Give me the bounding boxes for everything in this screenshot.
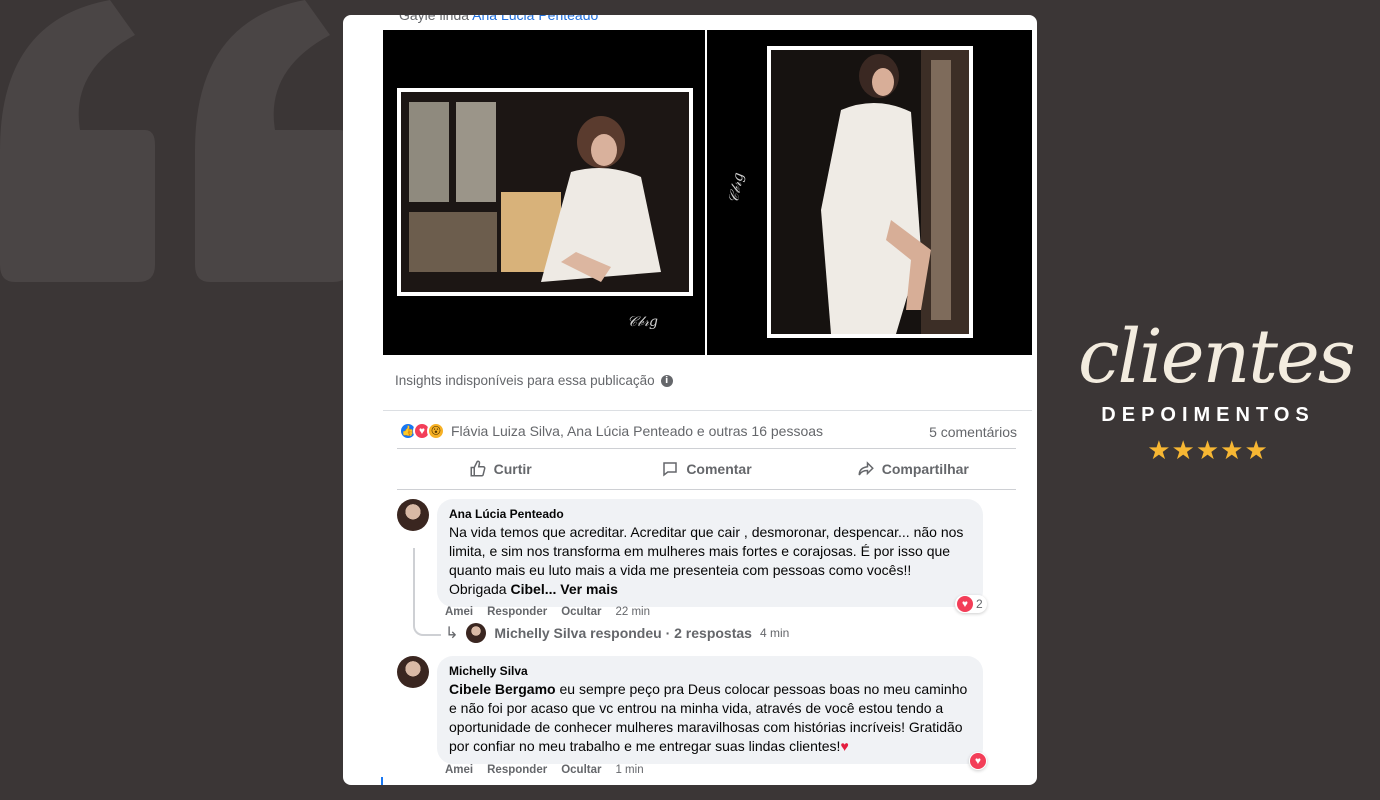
reactions-names[interactable]: Flávia Luiza Silva, Ana Lúcia Penteado e… — [451, 423, 823, 439]
post-mention-link[interactable]: Ana Lúcia Penteado — [472, 15, 598, 23]
comment-meta: Amei Responder Ocultar 22 min — [445, 606, 650, 618]
share-button[interactable]: Compartilhar — [810, 449, 1016, 489]
photo-left-signature: 𝒞𝒷𝓇𝑔 — [627, 314, 659, 330]
comment-reaction-badge[interactable]: ♥ 2 — [955, 595, 987, 613]
comment-mention[interactable]: Cibel... — [510, 581, 556, 597]
thumbs-up-icon — [470, 460, 486, 477]
like-label: Curtir — [493, 461, 532, 477]
replies-summary[interactable]: ↳ Michelly Silva respondeu · 2 respostas… — [445, 623, 789, 643]
comment-button[interactable]: Comentar — [603, 449, 809, 489]
reply-time: 4 min — [759, 626, 790, 640]
facebook-post-card: Gayle linda Ana Lúcia Penteado 𝒞𝒷𝓇𝑔 𝒞𝒷𝓇𝑔… — [343, 15, 1037, 785]
comment-item: Ana Lúcia Penteado Na vida temos que acr… — [397, 499, 983, 607]
heart-icon: ♥ — [957, 596, 973, 612]
post-text-cut: Gayle linda Ana Lúcia Penteado — [399, 15, 598, 23]
hide-link[interactable]: Ocultar — [561, 764, 601, 776]
divider — [383, 410, 1032, 411]
rating-stars: ★★★★★ — [1147, 435, 1269, 465]
post-actions: Curtir Comentar Compartilhar — [397, 448, 1016, 490]
comment-author[interactable]: Ana Lúcia Penteado — [449, 507, 971, 521]
wow-reaction-icon: 😮 — [427, 422, 445, 440]
post-text-prefix: Gayle linda — [399, 15, 470, 23]
replies-text[interactable]: Michelly Silva respondeu · 2 respostas — [494, 625, 752, 641]
comment-item: Michelly Silva Cibele Bergamo eu sempre … — [397, 656, 983, 764]
photo-album-spread[interactable]: 𝒞𝒷𝓇𝑔 𝒞𝒷𝓇𝑔 — [383, 30, 1032, 355]
quote-mark-icon — [0, 0, 350, 282]
insights-text: Insights indisponíveis para essa publica… — [395, 373, 655, 388]
comment-time[interactable]: 1 min — [615, 764, 643, 776]
comment-text: Na vida temos que acreditar. Acreditar q… — [449, 523, 971, 599]
comment-bubble: Michelly Silva Cibele Bergamo eu sempre … — [437, 656, 983, 764]
comment-bubble: Ana Lúcia Penteado Na vida temos que acr… — [437, 499, 983, 607]
heart-icon: ♥ — [970, 753, 986, 769]
insights-note: Insights indisponíveis para essa publica… — [395, 373, 673, 388]
comment-reaction-badge[interactable]: ♥ — [969, 752, 987, 770]
avatar — [466, 623, 487, 643]
comment-label: Comentar — [686, 461, 752, 477]
reply-arrow-icon: ↳ — [445, 625, 459, 642]
comment-time[interactable]: 22 min — [615, 606, 650, 618]
comment-text: Cibele Bergamo eu sempre peço pra Deus c… — [449, 680, 971, 756]
avatar[interactable] — [397, 656, 429, 688]
comment-icon — [663, 462, 678, 477]
info-icon[interactable]: i — [660, 374, 673, 387]
share-label: Compartilhar — [881, 461, 969, 477]
avatar[interactable] — [397, 499, 429, 531]
scroll-indicator — [381, 777, 383, 785]
see-more-link[interactable]: Ver mais — [560, 581, 618, 597]
share-icon — [858, 461, 874, 476]
reply-link[interactable]: Responder — [487, 606, 547, 618]
photo-left[interactable]: 𝒞𝒷𝓇𝑔 — [383, 30, 707, 355]
love-link[interactable]: Amei — [445, 764, 473, 776]
photo-right[interactable]: 𝒞𝒷𝓇𝑔 — [707, 30, 1030, 355]
comment-meta: Amei Responder Ocultar 1 min — [445, 764, 644, 776]
reactions-summary[interactable]: 👍 ♥ 😮 Flávia Luiza Silva, Ana Lúcia Pent… — [399, 422, 823, 440]
photo-right-signature: 𝒞𝒷𝓇𝑔 — [725, 171, 748, 205]
photo-right-image — [767, 46, 973, 338]
love-link[interactable]: Amei — [445, 606, 473, 618]
brand-title: DEPOIMENTOS — [1101, 404, 1315, 426]
comment-author[interactable]: Michelly Silva — [449, 664, 971, 678]
photo-left-image — [397, 88, 693, 296]
comments-count[interactable]: 5 comentários — [929, 424, 1017, 440]
hide-link[interactable]: Ocultar — [561, 606, 601, 618]
heart-count: 2 — [976, 597, 983, 611]
reply-link[interactable]: Responder — [487, 764, 547, 776]
brand-script-title: clientes — [1078, 314, 1356, 400]
brand-block: clientes DEPOIMENTOS ★★★★★ — [1078, 314, 1356, 466]
thread-connector — [413, 548, 441, 636]
heart-emoji-icon: ♥ — [840, 738, 849, 754]
like-button[interactable]: Curtir — [397, 449, 603, 489]
comment-mention[interactable]: Cibele Bergamo — [449, 681, 556, 697]
